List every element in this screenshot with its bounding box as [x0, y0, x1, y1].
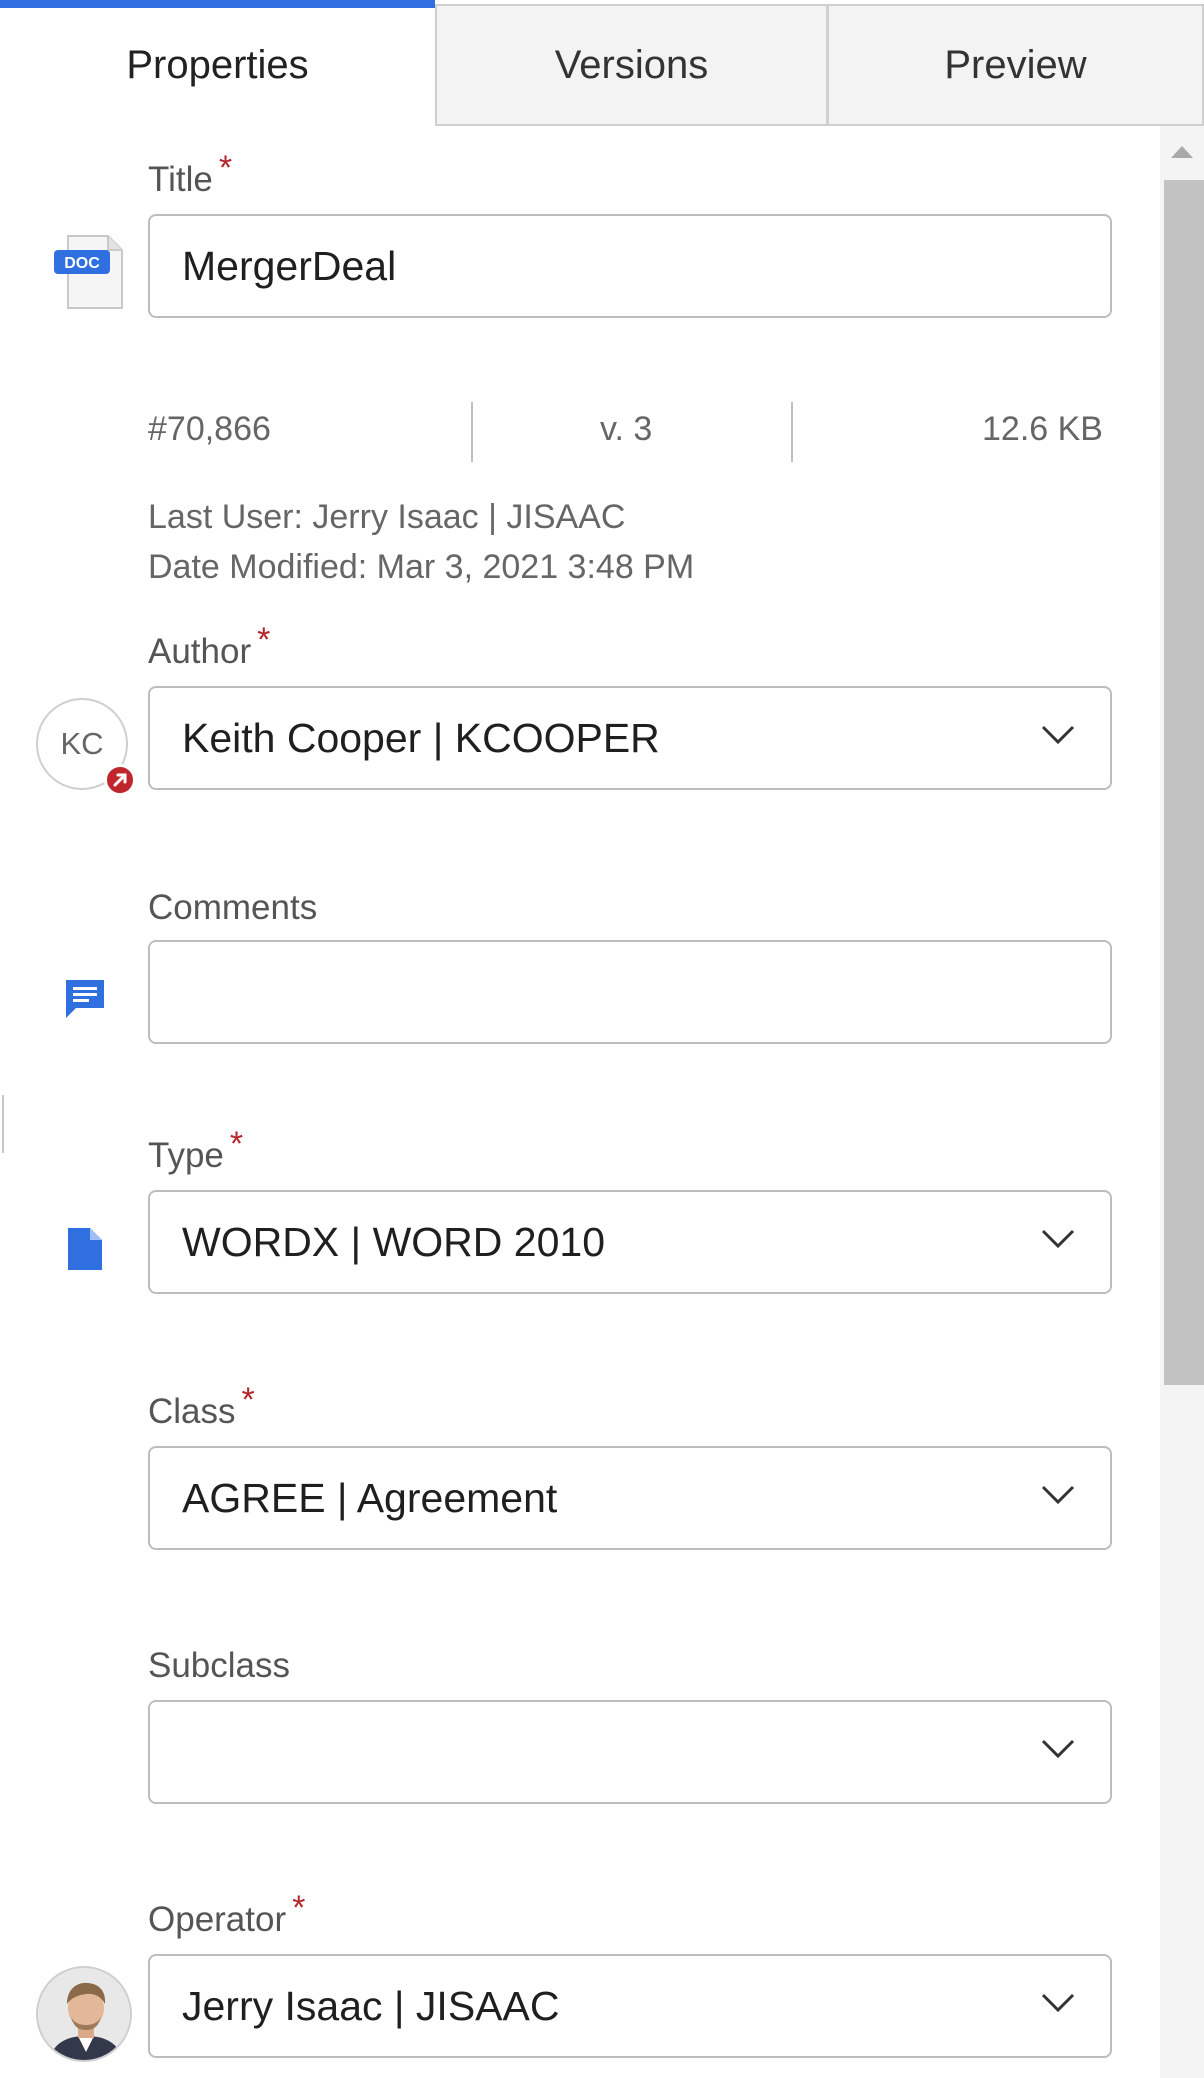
author-value: Keith Cooper | KCOOPER: [182, 714, 660, 761]
doc-badge-text: DOC: [64, 255, 100, 272]
operator-avatar[interactable]: [36, 1966, 132, 2062]
date-modified: Date Modified: Mar 3, 2021 3:48 PM: [148, 548, 695, 586]
tab-preview[interactable]: Preview: [827, 4, 1204, 126]
panel-resize-handle[interactable]: [2, 1095, 4, 1153]
comment-icon: [64, 978, 106, 1025]
chevron-down-icon: [1041, 1229, 1075, 1249]
scroll-up-arrow-icon[interactable]: [1171, 146, 1193, 158]
author-label: Author *: [148, 621, 271, 671]
external-link-icon: [104, 764, 136, 796]
tab-versions[interactable]: Versions: [435, 4, 828, 126]
chevron-down-icon: [1041, 1993, 1075, 2013]
comments-label: Comments: [148, 888, 318, 927]
class-select[interactable]: AGREE | Agreement: [148, 1446, 1112, 1550]
title-label: Title *: [148, 149, 233, 199]
chevron-down-icon: [1041, 1485, 1075, 1505]
meta-divider: [471, 402, 473, 462]
chevron-down-icon: [1041, 725, 1075, 745]
tab-bar: Properties Versions Preview: [0, 0, 1204, 126]
type-label: Type *: [148, 1125, 244, 1175]
document-size: 12.6 KB: [982, 410, 1103, 448]
class-label: Class *: [148, 1381, 255, 1431]
author-select[interactable]: Keith Cooper | KCOOPER: [148, 686, 1112, 790]
tab-properties[interactable]: Properties: [0, 0, 435, 126]
subclass-select[interactable]: [148, 1700, 1112, 1804]
type-value: WORDX | WORD 2010: [182, 1218, 605, 1265]
file-icon: [68, 1228, 102, 1275]
title-input[interactable]: MergerDeal: [148, 214, 1112, 318]
class-value: AGREE | Agreement: [182, 1474, 558, 1521]
last-user: Last User: Jerry Isaac | JISAAC: [148, 498, 626, 536]
operator-label: Operator *: [148, 1889, 306, 1939]
chevron-down-icon: [1041, 1739, 1075, 1759]
operator-value: Jerry Isaac | JISAAC: [182, 1982, 560, 2029]
type-select[interactable]: WORDX | WORD 2010: [148, 1190, 1112, 1294]
title-value: MergerDeal: [182, 242, 397, 289]
document-number: #70,866: [148, 410, 271, 448]
operator-select[interactable]: Jerry Isaac | JISAAC: [148, 1954, 1112, 2058]
doc-file-icon: DOC: [52, 232, 124, 315]
scrollbar-thumb[interactable]: [1164, 180, 1204, 1385]
subclass-label: Subclass: [148, 1646, 291, 1685]
document-version: v. 3: [600, 410, 653, 448]
meta-divider: [791, 402, 793, 462]
comments-input[interactable]: [148, 940, 1112, 1044]
